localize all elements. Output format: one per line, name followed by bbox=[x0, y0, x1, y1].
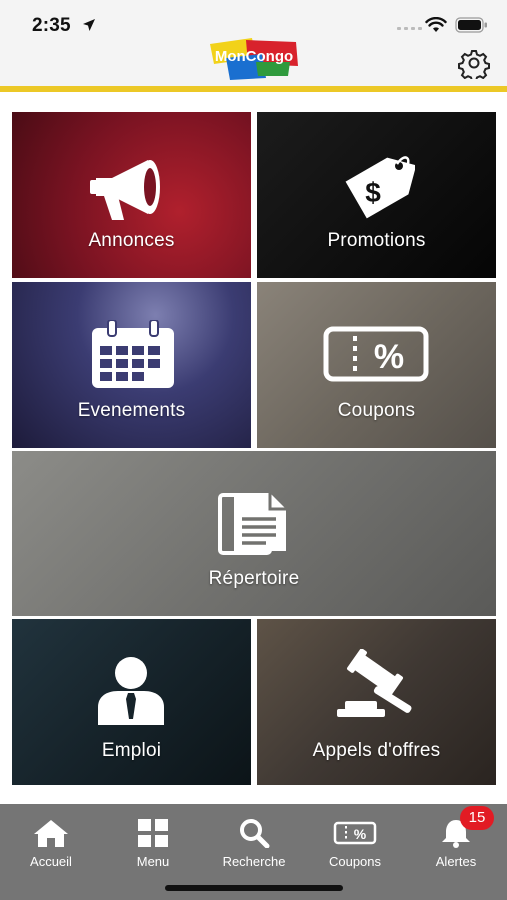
battery-icon bbox=[455, 17, 487, 33]
tile-label: Répertoire bbox=[208, 568, 300, 589]
coupon-icon: % bbox=[333, 821, 377, 845]
tile-evenements[interactable]: Evenements bbox=[12, 282, 251, 448]
tab-label: Recherche bbox=[222, 854, 286, 869]
svg-text:$: $ bbox=[365, 177, 381, 208]
tile-emploi[interactable]: Emploi bbox=[12, 619, 251, 785]
tile-label: Coupons bbox=[337, 400, 416, 421]
tab-label: Alertes bbox=[435, 854, 477, 869]
calendar-icon bbox=[92, 320, 174, 388]
tab-menu[interactable]: Menu bbox=[108, 818, 198, 880]
tab-label: Coupons bbox=[328, 854, 382, 869]
tab-label: Accueil bbox=[30, 854, 72, 869]
megaphone-icon bbox=[90, 160, 160, 220]
tile-label: Emploi bbox=[101, 740, 162, 761]
location-arrow-icon bbox=[83, 19, 95, 31]
home-icon bbox=[34, 820, 68, 847]
tab-coupons[interactable]: % Coupons bbox=[310, 818, 400, 880]
tile-coupons[interactable]: % Coupons bbox=[257, 282, 496, 448]
wifi-icon bbox=[425, 17, 447, 32]
price-tag-icon: $ bbox=[345, 156, 415, 219]
top-bar: 2:35 MonCongo bbox=[0, 0, 507, 92]
coupon-icon: % bbox=[323, 326, 429, 382]
tab-recherche[interactable]: Recherche bbox=[209, 818, 299, 880]
grid-icon bbox=[138, 819, 168, 847]
signal-icon bbox=[397, 27, 422, 30]
tile-label: Appels d'offres bbox=[312, 740, 441, 761]
settings-gear-icon[interactable] bbox=[458, 47, 490, 79]
status-time: 2:35 bbox=[32, 15, 71, 36]
gavel-icon bbox=[337, 649, 412, 717]
alert-count-badge: 15 bbox=[460, 806, 494, 830]
document-icon bbox=[218, 493, 286, 555]
tile-label: Annonces bbox=[88, 230, 175, 251]
svg-text:%: % bbox=[374, 338, 404, 376]
svg-text:MonCongo: MonCongo bbox=[215, 48, 293, 65]
tile-label: Promotions bbox=[327, 230, 426, 251]
moncongo-logo: MonCongo bbox=[206, 36, 302, 80]
tile-appels-doffres[interactable]: Appels d'offres bbox=[257, 619, 496, 785]
home-indicator[interactable] bbox=[165, 885, 343, 891]
search-icon bbox=[240, 819, 270, 848]
tile-repertoire[interactable]: Répertoire bbox=[12, 451, 496, 616]
tab-label: Menu bbox=[136, 854, 170, 869]
svg-text:%: % bbox=[354, 826, 367, 842]
tile-annonces[interactable]: Annonces bbox=[12, 112, 251, 278]
tile-label: Evenements bbox=[77, 400, 186, 421]
tile-promotions[interactable]: $ Promotions bbox=[257, 112, 496, 278]
employee-icon bbox=[98, 657, 164, 725]
tab-accueil[interactable]: Accueil bbox=[6, 818, 96, 880]
